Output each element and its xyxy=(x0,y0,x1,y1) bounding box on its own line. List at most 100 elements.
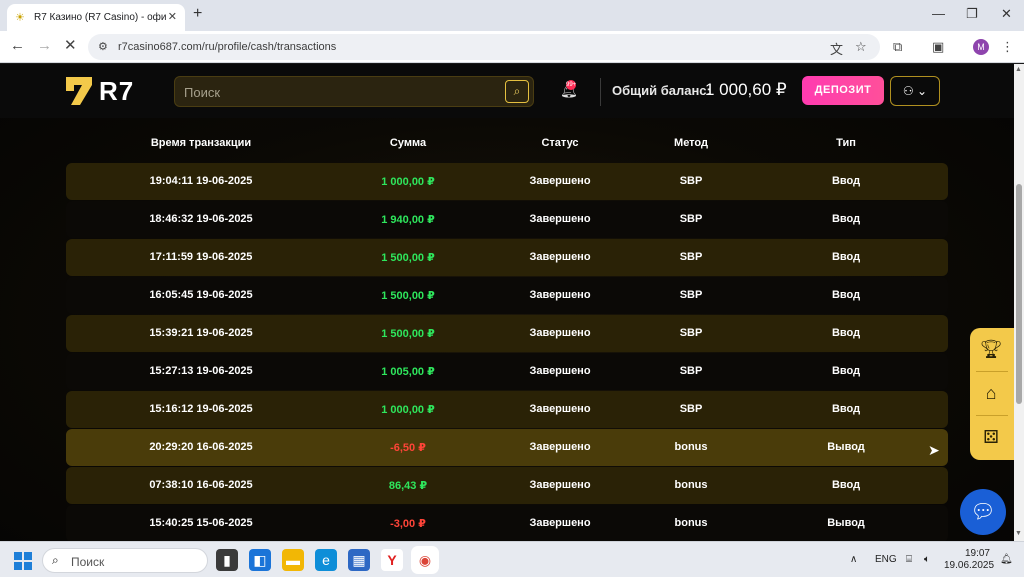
transactions-table-header: Время транзакции Сумма Статус Метод Тип xyxy=(66,137,948,153)
cell-time: 15:40:25 15-06-2025 xyxy=(149,517,253,529)
close-tab-icon[interactable]: ✕ xyxy=(168,10,177,23)
page-scrollbar[interactable]: ▲ ▼ xyxy=(1014,64,1024,541)
bookmark-star-icon[interactable]: ☆ xyxy=(855,39,867,55)
windows-start-button[interactable] xyxy=(14,552,32,570)
scroll-thumb[interactable] xyxy=(1016,184,1022,404)
stop-loading-icon[interactable]: ✕ xyxy=(64,38,77,54)
support-chat-button[interactable]: 💬︎ xyxy=(960,489,1006,535)
edge-icon[interactable]: e xyxy=(315,549,337,571)
restore-icon[interactable]: ❐ xyxy=(966,6,978,22)
cell-time: 15:16:12 19-06-2025 xyxy=(149,403,253,415)
language-indicator[interactable]: ENG xyxy=(875,554,897,565)
extensions-icon[interactable]: ⧉ xyxy=(893,39,902,54)
cell-amount: 1 000,00 ₽ xyxy=(381,176,435,188)
task-view-icon[interactable]: ▮ xyxy=(216,549,238,571)
cell-type: Ввод xyxy=(831,365,861,377)
trophy-icon[interactable]: 🏆︎ xyxy=(978,336,1004,362)
search-icon: ⌕ xyxy=(52,553,59,567)
browser-tab-bar: ☀ R7 Казино (R7 Casino) - офиц ✕ + — ❐ ✕ xyxy=(0,0,1024,31)
menu-icon[interactable]: ⋮ xyxy=(1001,39,1014,54)
logo-text: R7 xyxy=(99,75,135,106)
cell-type: Ввод xyxy=(831,403,861,415)
cell-method: bonus xyxy=(674,479,708,491)
chrome-icon[interactable]: ◉ xyxy=(414,549,436,571)
scroll-up-icon[interactable]: ▲ xyxy=(1015,66,1022,73)
mouse-cursor-icon: ➤ xyxy=(928,442,940,458)
translate-icon[interactable]: 文 xyxy=(830,39,843,58)
table-row: 20:29:20 16-06-2025 -6,50 ₽ Завершено bo… xyxy=(66,429,948,466)
shop-icon[interactable]: ⌂ xyxy=(978,380,1004,406)
column-header-type: Тип xyxy=(836,137,856,149)
logo[interactable]: R7 xyxy=(66,76,134,106)
page-content: R7 ⌕ 🔔︎ 99+ Общий баланс: 1 000,60 ₽ ДЕП… xyxy=(0,64,1014,541)
clock-date: 19.06.2025 xyxy=(944,560,995,571)
yandex-browser-icon[interactable]: Y xyxy=(381,549,403,571)
side-divider xyxy=(976,415,1008,416)
browser-tab[interactable]: ☀ R7 Казино (R7 Casino) - офиц ✕ xyxy=(7,4,185,31)
cell-type: Ввод xyxy=(831,289,861,301)
network-icon[interactable]: ⌸ xyxy=(906,554,912,565)
cell-amount: 1 500,00 ₽ xyxy=(381,252,435,264)
balance-value: 1 000,60 ₽ xyxy=(705,80,787,99)
side-divider xyxy=(976,371,1008,372)
cell-type: Ввод xyxy=(831,251,861,263)
user-menu-button[interactable]: ⚇ ⌄ xyxy=(890,76,940,106)
chat-bubble-icon: 💬︎ xyxy=(970,501,996,523)
address-bar[interactable]: ⚙ r7casino687.com/ru/profile/cash/transa… xyxy=(88,34,880,60)
notification-badge: 99+ xyxy=(566,80,577,90)
tab-title: R7 Казино (R7 Casino) - офиц xyxy=(34,12,166,23)
search-icon: ⌕ xyxy=(513,84,521,98)
scroll-down-icon[interactable]: ▼ xyxy=(1015,530,1022,537)
table-row: 19:04:11 19-06-2025 1 000,00 ₽ Завершено… xyxy=(66,163,948,200)
column-header-amount: Сумма xyxy=(389,137,427,149)
table-row: 15:16:12 19-06-2025 1 000,00 ₽ Завершено… xyxy=(66,391,948,428)
notifications-icon[interactable]: 🔔︎ xyxy=(1000,554,1013,565)
table-row: 16:05:45 19-06-2025 1 500,00 ₽ Завершено… xyxy=(66,277,948,314)
cell-method: SBP xyxy=(679,213,703,225)
cell-amount: 1 940,00 ₽ xyxy=(381,214,435,226)
back-icon[interactable]: ← xyxy=(10,38,25,54)
tray-chevron-up-icon[interactable]: ∧ xyxy=(850,554,857,565)
file-explorer-icon[interactable]: ▬ xyxy=(282,549,304,571)
table-row: 17:11:59 19-06-2025 1 500,00 ₽ Завершено… xyxy=(66,239,948,276)
cell-amount: 86,43 ₽ xyxy=(388,480,428,492)
forward-icon[interactable]: → xyxy=(37,38,52,54)
table-row: 18:46:32 19-06-2025 1 940,00 ₽ Завершено… xyxy=(66,201,948,238)
cell-amount: -3,00 ₽ xyxy=(390,518,426,530)
browser-toolbar: ← → ✕ ⚙ r7casino687.com/ru/profile/cash/… xyxy=(0,31,1024,63)
search-input[interactable] xyxy=(184,84,494,100)
cell-type: Вывод xyxy=(827,441,865,453)
header-divider xyxy=(600,78,601,106)
taskbar-clock[interactable]: 19:07 19.06.2025 xyxy=(944,548,995,572)
dice-icon[interactable]: ⚄ xyxy=(978,424,1004,450)
site-settings-icon[interactable]: ⚙ xyxy=(98,40,108,53)
balance-label: Общий баланс: xyxy=(612,83,711,98)
cell-time: 16:05:45 19-06-2025 xyxy=(149,289,253,301)
search-button[interactable]: ⌕ xyxy=(505,80,529,103)
cell-method: SBP xyxy=(679,403,703,415)
taskbar-search[interactable]: ⌕ Поиск xyxy=(42,548,208,573)
cell-type: Вывод xyxy=(827,517,865,529)
cell-amount: 1 000,00 ₽ xyxy=(381,404,435,416)
column-header-time: Время транзакции xyxy=(150,137,252,149)
store-icon[interactable]: ▦ xyxy=(348,549,370,571)
close-window-icon[interactable]: ✕ xyxy=(1001,6,1012,22)
cell-time: 19:04:11 19-06-2025 xyxy=(149,175,253,187)
table-row: 15:40:25 15-06-2025 -3,00 ₽ Завершено bo… xyxy=(66,505,948,541)
table-row: 07:38:10 16-06-2025 86,43 ₽ Завершено bo… xyxy=(66,467,948,504)
minimize-icon[interactable]: — xyxy=(932,6,945,22)
cell-type: Ввод xyxy=(831,175,861,187)
new-tab-button[interactable]: + xyxy=(193,6,202,22)
cell-type: Ввод xyxy=(831,479,861,491)
cell-amount: 1 500,00 ₽ xyxy=(381,290,435,302)
side-quick-panel: 🏆︎ ⌂ ⚄ xyxy=(970,328,1014,460)
favicon-icon: ☀ xyxy=(15,11,25,24)
deposit-button[interactable]: ДЕПОЗИТ xyxy=(802,76,884,105)
cell-time: 18:46:32 19-06-2025 xyxy=(149,213,253,225)
widgets-icon[interactable]: ◧ xyxy=(249,549,271,571)
sidebar-icon[interactable]: ▣ xyxy=(932,39,944,54)
site-header: R7 ⌕ 🔔︎ 99+ Общий баланс: 1 000,60 ₽ ДЕП… xyxy=(0,64,1014,118)
volume-icon[interactable]: 🔈︎ xyxy=(924,554,930,565)
profile-avatar[interactable]: M xyxy=(973,39,989,55)
cell-method: SBP xyxy=(679,251,703,263)
